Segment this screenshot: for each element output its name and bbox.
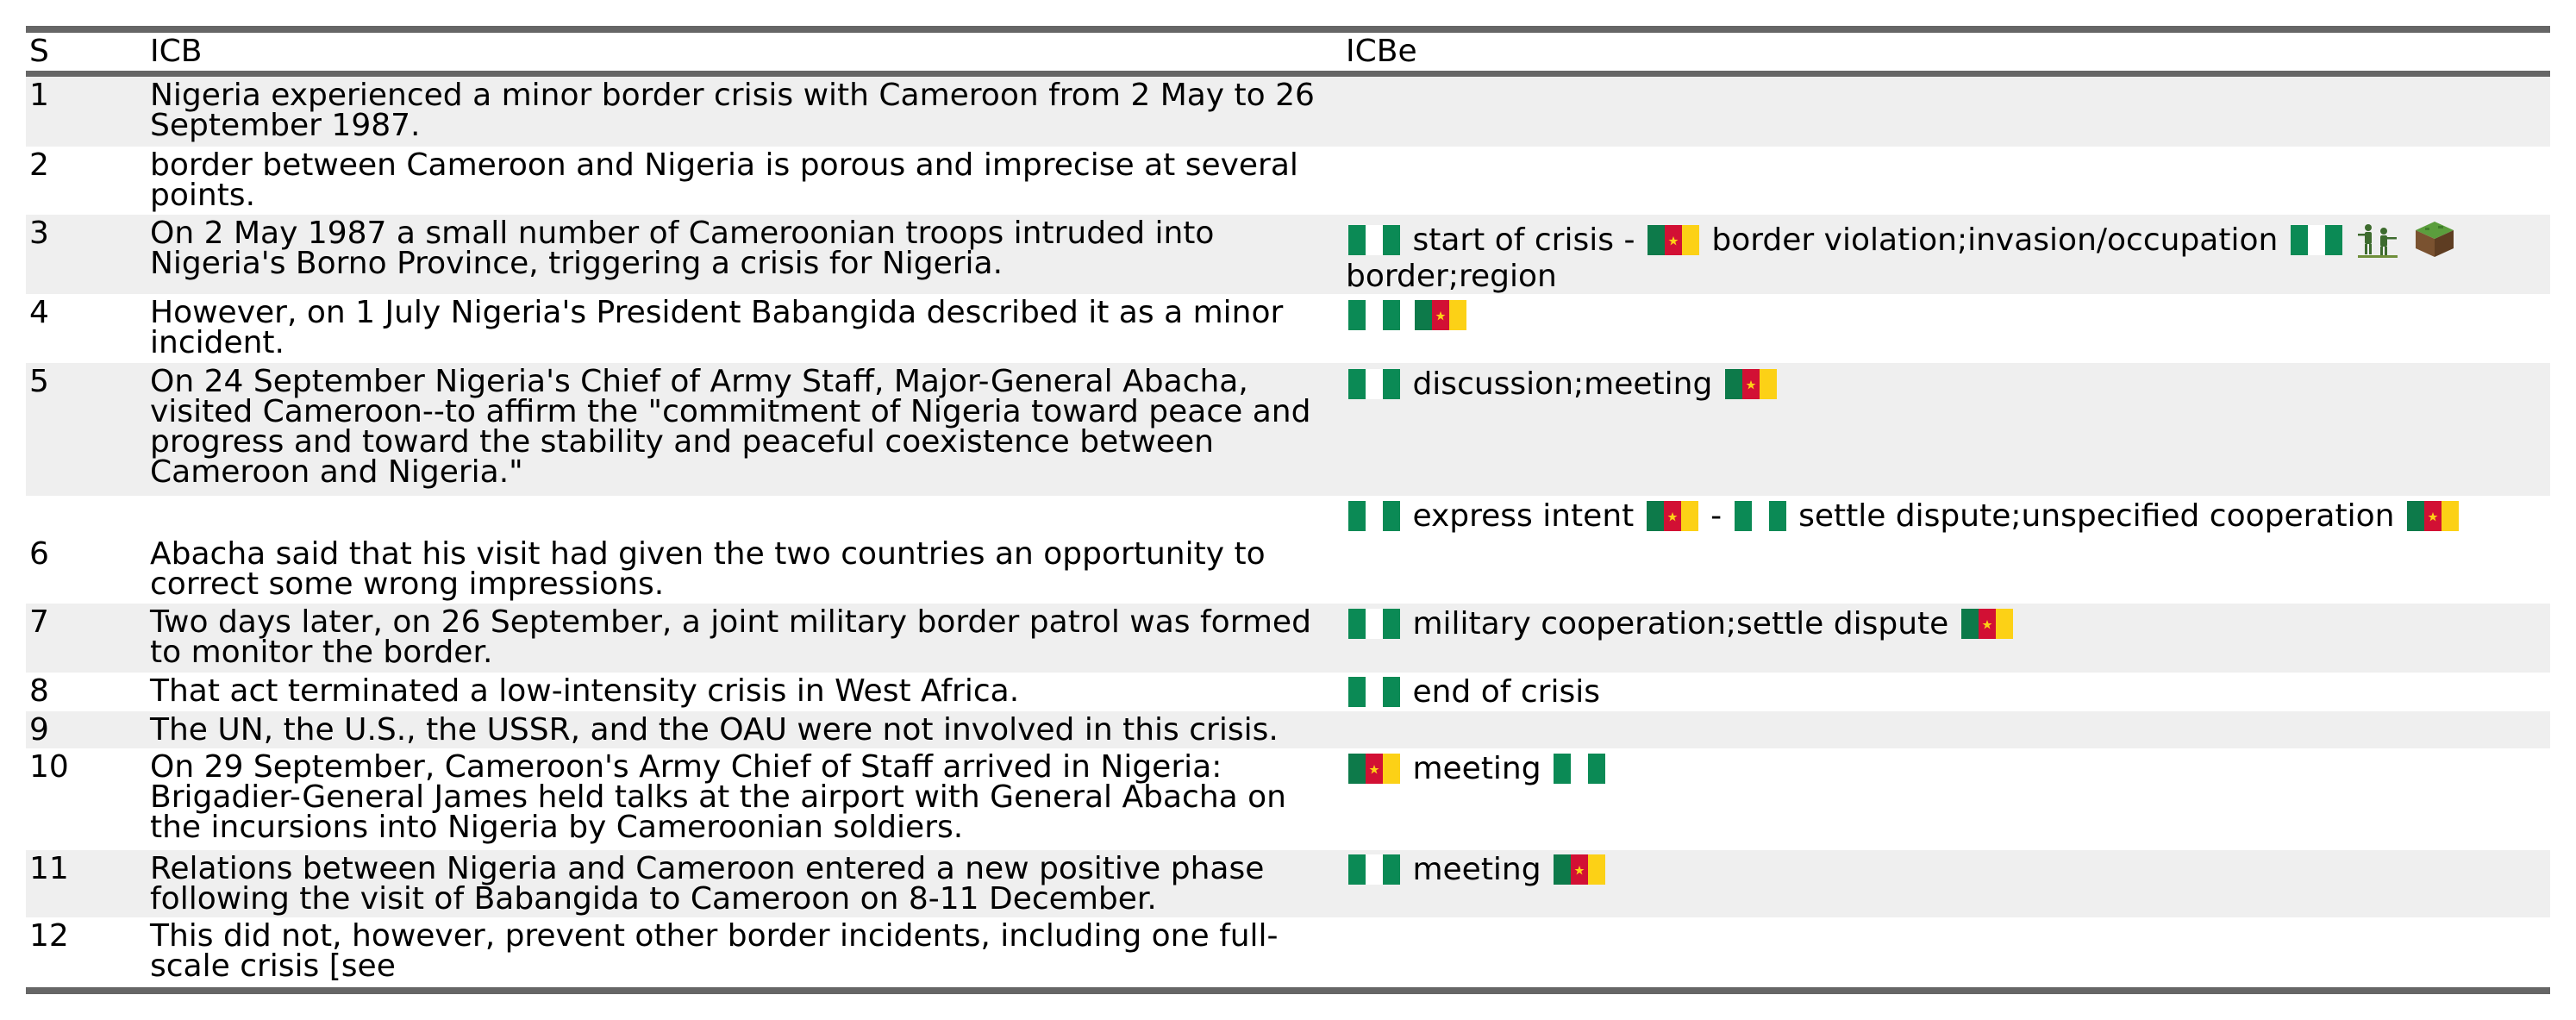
event-text: border;region	[1346, 259, 1557, 294]
table-row: 6 Abacha said that his visit had given t…	[26, 496, 2550, 604]
event-text: military cooperation;settle dispute	[1412, 606, 1949, 641]
table-row: 11 Relations between Nigeria and Cameroo…	[26, 850, 2550, 917]
icbe-events: express intent - settle dispute;unspecif…	[1346, 498, 2548, 535]
icbe-events: military cooperation;settle dispute	[1346, 606, 2548, 642]
cameroon-flag	[2406, 501, 2459, 531]
nigeria-flag	[2290, 225, 2342, 255]
row-number: 3	[29, 216, 49, 251]
row-number: 4	[29, 295, 49, 330]
event-text: meeting	[1412, 751, 1541, 786]
row-number: 11	[29, 851, 69, 886]
row-number: 2	[29, 147, 49, 183]
cameroon-flag	[1554, 854, 1606, 885]
table-row: 5 On 24 September Nigeria's Chief of Arm…	[26, 363, 2550, 496]
nigeria-flag	[1348, 369, 1400, 399]
icb-text: On 29 September, Cameroon's Army Chief o…	[150, 749, 1286, 845]
table-header-rule	[26, 71, 2550, 77]
icb-text: Two days later, on 26 September, a joint…	[150, 604, 1311, 670]
nigeria-flag	[1348, 501, 1400, 531]
row-number: 9	[29, 712, 49, 748]
icb-text: Nigeria experienced a minor border crisi…	[150, 78, 1315, 143]
header-icb: ICB	[150, 34, 203, 69]
icb-text: Abacha said that his visit had given the…	[150, 536, 1266, 602]
table-row: 8 That act terminated a low-intensity cr…	[26, 673, 2550, 711]
row-number: 10	[29, 749, 69, 785]
event-text: discussion;meeting	[1412, 366, 1713, 402]
icbe-events: meeting	[1346, 751, 2548, 787]
nigeria-flag	[1348, 300, 1400, 330]
table-row: 7 Two days later, on 26 September, a joi…	[26, 604, 2550, 673]
nigeria-flag	[1348, 854, 1400, 885]
table-row: 12 This did not, however, prevent other …	[26, 917, 2550, 987]
table-bottom-rule	[26, 987, 2550, 994]
icbe-events	[1346, 297, 2548, 334]
land-block-icon	[2413, 219, 2456, 259]
icb-text: This did not, however, prevent other bor…	[150, 918, 1279, 984]
row-number: 1	[29, 78, 49, 113]
icb-text: Relations between Nigeria and Cameroon e…	[150, 851, 1265, 917]
table-row: 4 However, on 1 July Nigeria's President…	[26, 294, 2550, 363]
icbe-events: meeting	[1346, 852, 2548, 888]
cameroon-flag	[1415, 300, 1467, 330]
cameroon-flag	[1960, 609, 2013, 639]
event-text: end of crisis	[1412, 674, 1600, 710]
nigeria-flag	[1348, 677, 1400, 707]
cameroon-flag	[1646, 501, 1698, 531]
icb-text: border between Cameroon and Nigeria is p…	[150, 147, 1298, 213]
table-row: 1 Nigeria experienced a minor border cri…	[26, 77, 2550, 147]
icb-text: On 2 May 1987 a small number of Cameroon…	[150, 216, 1215, 281]
icbe-events: start of crisis - border violation;invas…	[1346, 219, 2548, 295]
table-top-rule	[26, 26, 2550, 33]
nigeria-flag	[1734, 501, 1786, 531]
event-text: border violation;invasion/occupation	[1711, 222, 2279, 258]
event-text: meeting	[1412, 852, 1541, 887]
icbe-events: end of crisis	[1346, 674, 2548, 710]
nigeria-flag	[1348, 609, 1400, 639]
nigeria-flag	[1554, 754, 1606, 784]
row-number: 12	[29, 918, 69, 954]
cameroon-flag	[1647, 225, 1699, 255]
icb-text: That act terminated a low-intensity cris…	[150, 673, 1020, 709]
soldiers-icon	[2356, 219, 2399, 259]
icb-text: On 24 September Nigeria's Chief of Army …	[150, 364, 1311, 490]
table-row: 2 border between Cameroon and Nigeria is…	[26, 147, 2550, 215]
icbe-events: discussion;meeting	[1346, 366, 2548, 403]
icb-text: However, on 1 July Nigeria's President B…	[150, 295, 1284, 360]
header-icbe: ICBe	[1346, 34, 1417, 69]
event-text: express intent	[1412, 498, 1635, 534]
row-number: 6	[29, 536, 49, 572]
icb-text: The UN, the U.S., the USSR, and the OAU …	[150, 712, 1279, 748]
row-number: 8	[29, 673, 49, 709]
cameroon-flag	[1348, 754, 1400, 784]
table-row: 9 The UN, the U.S., the USSR, and the OA…	[26, 711, 2550, 748]
event-text: settle dispute;unspecified cooperation	[1798, 498, 2395, 534]
row-number: 7	[29, 604, 49, 640]
table-row: 10 On 29 September, Cameroon's Army Chie…	[26, 748, 2550, 850]
event-text: start of crisis -	[1412, 222, 1635, 258]
nigeria-flag	[1348, 225, 1400, 255]
event-text: -	[1710, 498, 1723, 534]
header-s: S	[29, 34, 49, 69]
cameroon-flag	[1724, 369, 1777, 399]
table-row: 3 On 2 May 1987 a small number of Camero…	[26, 215, 2550, 294]
row-number: 5	[29, 364, 49, 399]
